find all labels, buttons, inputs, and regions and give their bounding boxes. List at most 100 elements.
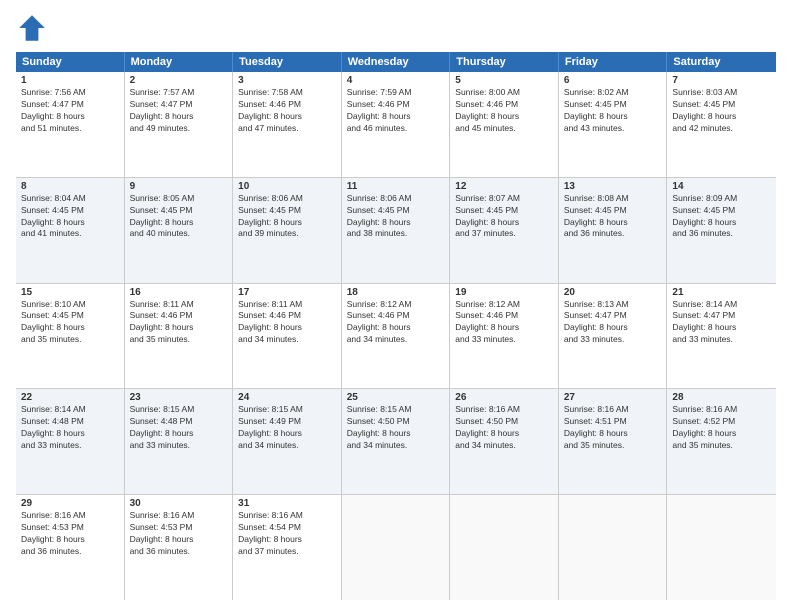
day-info: Sunrise: 8:16 AM Sunset: 4:51 PM Dayligh… <box>564 404 662 452</box>
day-number: 31 <box>238 498 336 509</box>
day-number: 9 <box>130 181 228 192</box>
day-number: 4 <box>347 75 445 86</box>
day-cell-30: 30Sunrise: 8:16 AM Sunset: 4:53 PM Dayli… <box>125 495 234 600</box>
day-cell-18: 18Sunrise: 8:12 AM Sunset: 4:46 PM Dayli… <box>342 284 451 389</box>
day-cell-29: 29Sunrise: 8:16 AM Sunset: 4:53 PM Dayli… <box>16 495 125 600</box>
day-info: Sunrise: 8:05 AM Sunset: 4:45 PM Dayligh… <box>130 193 228 241</box>
day-info: Sunrise: 8:12 AM Sunset: 4:46 PM Dayligh… <box>347 299 445 347</box>
day-number: 14 <box>672 181 771 192</box>
day-info: Sunrise: 8:14 AM Sunset: 4:47 PM Dayligh… <box>672 299 771 347</box>
day-number: 3 <box>238 75 336 86</box>
calendar-body: 1Sunrise: 7:56 AM Sunset: 4:47 PM Daylig… <box>16 72 776 600</box>
day-cell-24: 24Sunrise: 8:15 AM Sunset: 4:49 PM Dayli… <box>233 389 342 494</box>
day-cell-19: 19Sunrise: 8:12 AM Sunset: 4:46 PM Dayli… <box>450 284 559 389</box>
day-cell-9: 9Sunrise: 8:05 AM Sunset: 4:45 PM Daylig… <box>125 178 234 283</box>
day-number: 15 <box>21 287 119 298</box>
day-cell-13: 13Sunrise: 8:08 AM Sunset: 4:45 PM Dayli… <box>559 178 668 283</box>
day-cell-11: 11Sunrise: 8:06 AM Sunset: 4:45 PM Dayli… <box>342 178 451 283</box>
day-info: Sunrise: 8:03 AM Sunset: 4:45 PM Dayligh… <box>672 87 771 135</box>
calendar: SundayMondayTuesdayWednesdayThursdayFrid… <box>16 52 776 600</box>
day-info: Sunrise: 8:12 AM Sunset: 4:46 PM Dayligh… <box>455 299 553 347</box>
day-cell-2: 2Sunrise: 7:57 AM Sunset: 4:47 PM Daylig… <box>125 72 234 177</box>
day-cell-10: 10Sunrise: 8:06 AM Sunset: 4:45 PM Dayli… <box>233 178 342 283</box>
day-info: Sunrise: 8:16 AM Sunset: 4:53 PM Dayligh… <box>130 510 228 558</box>
day-number: 23 <box>130 392 228 403</box>
day-info: Sunrise: 8:06 AM Sunset: 4:45 PM Dayligh… <box>347 193 445 241</box>
day-number: 16 <box>130 287 228 298</box>
day-info: Sunrise: 8:16 AM Sunset: 4:50 PM Dayligh… <box>455 404 553 452</box>
day-cell-12: 12Sunrise: 8:07 AM Sunset: 4:45 PM Dayli… <box>450 178 559 283</box>
day-number: 8 <box>21 181 119 192</box>
header-day-saturday: Saturday <box>667 52 776 72</box>
day-info: Sunrise: 8:15 AM Sunset: 4:49 PM Dayligh… <box>238 404 336 452</box>
day-cell-6: 6Sunrise: 8:02 AM Sunset: 4:45 PM Daylig… <box>559 72 668 177</box>
day-number: 21 <box>672 287 771 298</box>
day-info: Sunrise: 8:08 AM Sunset: 4:45 PM Dayligh… <box>564 193 662 241</box>
calendar-row-4: 22Sunrise: 8:14 AM Sunset: 4:48 PM Dayli… <box>16 389 776 495</box>
day-number: 25 <box>347 392 445 403</box>
day-info: Sunrise: 8:16 AM Sunset: 4:53 PM Dayligh… <box>21 510 119 558</box>
calendar-row-3: 15Sunrise: 8:10 AM Sunset: 4:45 PM Dayli… <box>16 284 776 390</box>
day-info: Sunrise: 8:02 AM Sunset: 4:45 PM Dayligh… <box>564 87 662 135</box>
calendar-row-1: 1Sunrise: 7:56 AM Sunset: 4:47 PM Daylig… <box>16 72 776 178</box>
day-info: Sunrise: 8:04 AM Sunset: 4:45 PM Dayligh… <box>21 193 119 241</box>
day-info: Sunrise: 8:14 AM Sunset: 4:48 PM Dayligh… <box>21 404 119 452</box>
day-number: 20 <box>564 287 662 298</box>
empty-cell <box>667 495 776 600</box>
header-day-sunday: Sunday <box>16 52 125 72</box>
day-cell-17: 17Sunrise: 8:11 AM Sunset: 4:46 PM Dayli… <box>233 284 342 389</box>
day-cell-14: 14Sunrise: 8:09 AM Sunset: 4:45 PM Dayli… <box>667 178 776 283</box>
day-cell-27: 27Sunrise: 8:16 AM Sunset: 4:51 PM Dayli… <box>559 389 668 494</box>
empty-cell <box>450 495 559 600</box>
day-cell-15: 15Sunrise: 8:10 AM Sunset: 4:45 PM Dayli… <box>16 284 125 389</box>
day-cell-8: 8Sunrise: 8:04 AM Sunset: 4:45 PM Daylig… <box>16 178 125 283</box>
logo-icon <box>16 12 48 44</box>
header-day-thursday: Thursday <box>450 52 559 72</box>
calendar-row-2: 8Sunrise: 8:04 AM Sunset: 4:45 PM Daylig… <box>16 178 776 284</box>
header-day-friday: Friday <box>559 52 668 72</box>
day-number: 29 <box>21 498 119 509</box>
day-info: Sunrise: 8:00 AM Sunset: 4:46 PM Dayligh… <box>455 87 553 135</box>
logo <box>16 12 52 44</box>
header-day-tuesday: Tuesday <box>233 52 342 72</box>
day-number: 12 <box>455 181 553 192</box>
day-number: 17 <box>238 287 336 298</box>
day-number: 5 <box>455 75 553 86</box>
day-number: 28 <box>672 392 771 403</box>
header-day-monday: Monday <box>125 52 234 72</box>
day-cell-16: 16Sunrise: 8:11 AM Sunset: 4:46 PM Dayli… <box>125 284 234 389</box>
day-number: 1 <box>21 75 119 86</box>
day-info: Sunrise: 8:16 AM Sunset: 4:52 PM Dayligh… <box>672 404 771 452</box>
day-info: Sunrise: 7:56 AM Sunset: 4:47 PM Dayligh… <box>21 87 119 135</box>
day-cell-20: 20Sunrise: 8:13 AM Sunset: 4:47 PM Dayli… <box>559 284 668 389</box>
day-info: Sunrise: 8:16 AM Sunset: 4:54 PM Dayligh… <box>238 510 336 558</box>
day-info: Sunrise: 7:59 AM Sunset: 4:46 PM Dayligh… <box>347 87 445 135</box>
day-cell-31: 31Sunrise: 8:16 AM Sunset: 4:54 PM Dayli… <box>233 495 342 600</box>
day-number: 11 <box>347 181 445 192</box>
day-cell-25: 25Sunrise: 8:15 AM Sunset: 4:50 PM Dayli… <box>342 389 451 494</box>
day-number: 13 <box>564 181 662 192</box>
day-number: 24 <box>238 392 336 403</box>
header <box>16 12 776 44</box>
day-number: 26 <box>455 392 553 403</box>
day-number: 2 <box>130 75 228 86</box>
day-info: Sunrise: 8:09 AM Sunset: 4:45 PM Dayligh… <box>672 193 771 241</box>
day-number: 18 <box>347 287 445 298</box>
day-cell-22: 22Sunrise: 8:14 AM Sunset: 4:48 PM Dayli… <box>16 389 125 494</box>
day-cell-21: 21Sunrise: 8:14 AM Sunset: 4:47 PM Dayli… <box>667 284 776 389</box>
day-number: 22 <box>21 392 119 403</box>
day-cell-3: 3Sunrise: 7:58 AM Sunset: 4:46 PM Daylig… <box>233 72 342 177</box>
day-number: 6 <box>564 75 662 86</box>
day-cell-7: 7Sunrise: 8:03 AM Sunset: 4:45 PM Daylig… <box>667 72 776 177</box>
day-cell-26: 26Sunrise: 8:16 AM Sunset: 4:50 PM Dayli… <box>450 389 559 494</box>
day-cell-28: 28Sunrise: 8:16 AM Sunset: 4:52 PM Dayli… <box>667 389 776 494</box>
day-cell-4: 4Sunrise: 7:59 AM Sunset: 4:46 PM Daylig… <box>342 72 451 177</box>
day-cell-5: 5Sunrise: 8:00 AM Sunset: 4:46 PM Daylig… <box>450 72 559 177</box>
day-info: Sunrise: 7:58 AM Sunset: 4:46 PM Dayligh… <box>238 87 336 135</box>
page: SundayMondayTuesdayWednesdayThursdayFrid… <box>0 0 792 612</box>
day-number: 27 <box>564 392 662 403</box>
day-number: 30 <box>130 498 228 509</box>
day-info: Sunrise: 8:10 AM Sunset: 4:45 PM Dayligh… <box>21 299 119 347</box>
day-cell-23: 23Sunrise: 8:15 AM Sunset: 4:48 PM Dayli… <box>125 389 234 494</box>
empty-cell <box>559 495 668 600</box>
